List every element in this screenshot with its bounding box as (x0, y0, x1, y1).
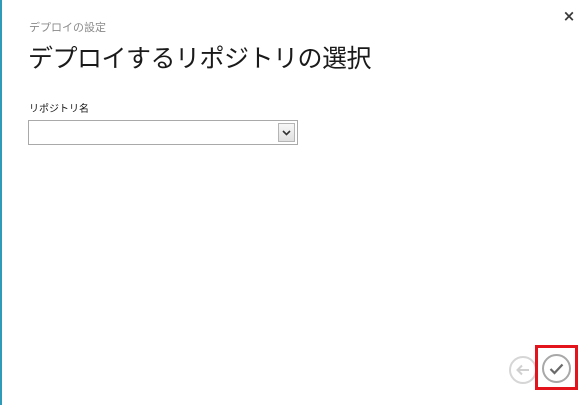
chevron-down-icon[interactable] (278, 123, 295, 142)
dialog-accent-border (0, 0, 2, 405)
back-button[interactable] (509, 356, 537, 384)
complete-button[interactable] (542, 354, 571, 383)
checkmark-icon (549, 363, 564, 375)
deploy-settings-dialog: デプロイの設定 デプロイするリポジトリの選択 × リポジトリ名 (0, 0, 586, 405)
repository-name-label: リポジトリ名 (29, 104, 89, 115)
dialog-subtitle: デプロイの設定 (29, 21, 106, 34)
arrow-left-icon (516, 364, 529, 376)
repository-select[interactable] (28, 120, 298, 145)
dialog-title: デプロイするリポジトリの選択 (28, 44, 372, 73)
close-icon[interactable]: × (561, 8, 577, 24)
